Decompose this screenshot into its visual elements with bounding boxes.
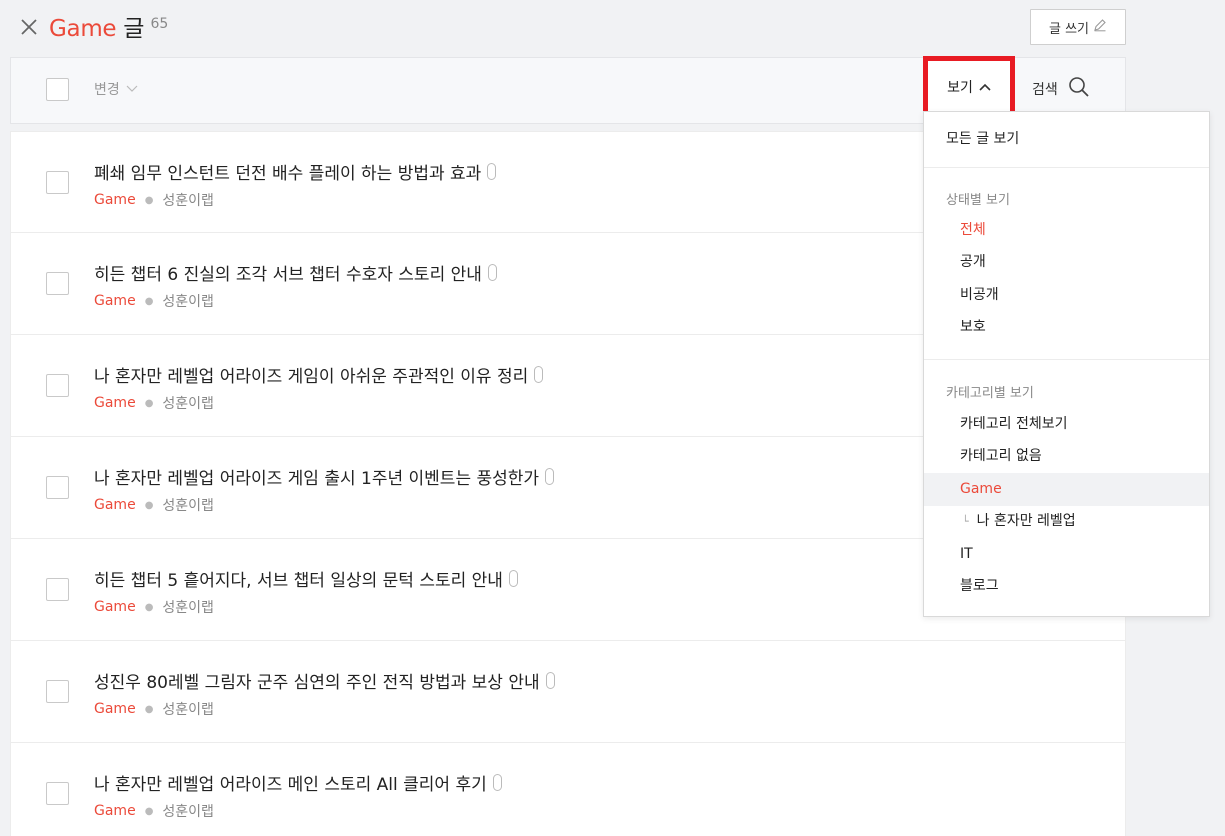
post-title: 히든 챕터 6 진실의 조각 서브 챕터 수호자 스토리 안내: [94, 265, 482, 285]
post-checkbox[interactable]: [46, 272, 69, 295]
post-row: 성진우 80레벨 그림자 군주 심연의 주인 전직 방법과 보상 안내 Game…: [10, 641, 1126, 743]
post-title: 나 혼자만 레벨업 어라이즈 메인 스토리 All 클리어 후기: [94, 775, 487, 795]
view-all-posts[interactable]: 모든 글 보기: [946, 128, 1019, 148]
write-post-button[interactable]: 글 쓰기: [1030, 9, 1126, 45]
meta-separator: ●: [144, 703, 154, 715]
post-title-link[interactable]: 히든 챕터 5 흩어지다, 서브 챕터 일상의 문턱 스토리 안내: [94, 566, 518, 591]
pencil-icon: [1093, 18, 1107, 36]
post-title-link[interactable]: 폐쇄 임무 인스턴트 던전 배수 플레이 하는 방법과 효과: [94, 159, 497, 184]
post-manager-page: Game 글 65 글 쓰기 변경 보기 검색 폐쇄 임무 인스턴트 던전 배수…: [0, 0, 1225, 836]
meta-separator: ●: [144, 601, 154, 613]
attachment-icon: [545, 672, 555, 689]
post-author: 성훈이랩: [162, 396, 214, 412]
post-author: 성훈이랩: [162, 702, 214, 718]
post-category[interactable]: Game: [94, 293, 136, 309]
post-author: 성훈이랩: [162, 498, 214, 514]
meta-separator: ●: [144, 805, 154, 817]
post-category[interactable]: Game: [94, 192, 136, 208]
attachment-icon: [534, 366, 544, 383]
category-item-subcategory[interactable]: └ 나 혼자만 레벨업: [924, 505, 1209, 538]
post-meta: Game ● 성훈이랩: [94, 393, 214, 413]
status-item-private[interactable]: 비공개: [924, 279, 1209, 312]
post-category[interactable]: Game: [94, 497, 136, 513]
view-dropdown-button[interactable]: 보기: [923, 56, 1015, 118]
page-header: Game 글 65 글 쓰기: [0, 0, 1140, 54]
select-all-checkbox[interactable]: [46, 78, 69, 101]
attachment-icon: [508, 570, 518, 587]
post-title-link[interactable]: 히든 챕터 6 진실의 조각 서브 챕터 수호자 스토리 안내: [94, 260, 497, 285]
title-category: Game: [49, 16, 117, 42]
category-heading: 카테고리별 보기: [946, 386, 1034, 401]
post-title: 나 혼자만 레벨업 어라이즈 게임이 아쉬운 주관적인 이유 정리: [94, 367, 529, 387]
post-checkbox[interactable]: [46, 680, 69, 703]
post-category[interactable]: Game: [94, 395, 136, 411]
post-author: 성훈이랩: [162, 294, 214, 310]
attachment-icon: [487, 163, 497, 180]
change-label: 변경: [94, 82, 120, 98]
post-title-link[interactable]: 나 혼자만 레벨업 어라이즈 게임 출시 1주년 이벤트는 풍성한가: [94, 464, 555, 489]
write-post-label: 글 쓰기: [1048, 21, 1089, 37]
post-title-link[interactable]: 성진우 80레벨 그림자 군주 심연의 주인 전직 방법과 보상 안내: [94, 668, 555, 693]
subcategory-branch-icon: └: [962, 515, 969, 528]
post-count: 65: [150, 16, 169, 32]
subcategory-label: 나 혼자만 레벨업: [976, 513, 1076, 529]
meta-separator: ●: [144, 194, 154, 206]
post-checkbox[interactable]: [46, 476, 69, 499]
chevron-down-icon: [126, 81, 138, 97]
page-title: Game 글 65: [49, 9, 168, 43]
title-suffix: 글: [123, 16, 145, 42]
status-item-public[interactable]: 공개: [924, 246, 1209, 279]
status-heading: 상태별 보기: [946, 193, 1010, 208]
attachment-icon: [492, 774, 502, 791]
attachment-icon: [545, 468, 555, 485]
category-item-none[interactable]: 카테고리 없음: [924, 440, 1209, 473]
post-category[interactable]: Game: [94, 701, 136, 717]
post-meta: Game ● 성훈이랩: [94, 801, 214, 821]
post-author: 성훈이랩: [162, 193, 214, 209]
post-title-link[interactable]: 나 혼자만 레벨업 어라이즈 메인 스토리 All 클리어 후기: [94, 770, 502, 795]
view-dropdown-menu: 모든 글 보기 상태별 보기 전체 공개 비공개 보호 카테고리별 보기 카테고…: [923, 111, 1210, 617]
category-item-blog[interactable]: 블로그: [924, 570, 1209, 603]
change-dropdown[interactable]: 변경: [94, 79, 138, 99]
category-item-it[interactable]: IT: [924, 538, 1209, 571]
post-category[interactable]: Game: [94, 803, 136, 819]
category-item-game[interactable]: Game: [924, 473, 1209, 506]
post-category[interactable]: Game: [94, 599, 136, 615]
search-button[interactable]: 검색: [1032, 76, 1090, 102]
status-item-all[interactable]: 전체: [924, 214, 1209, 247]
post-title: 폐쇄 임무 인스턴트 던전 배수 플레이 하는 방법과 효과: [94, 164, 482, 184]
dropdown-divider: [924, 167, 1209, 168]
dropdown-divider: [924, 359, 1209, 360]
post-title: 성진우 80레벨 그림자 군주 심연의 주인 전직 방법과 보상 안내: [94, 673, 540, 693]
post-meta: Game ● 성훈이랩: [94, 190, 214, 210]
meta-separator: ●: [144, 499, 154, 511]
meta-separator: ●: [144, 397, 154, 409]
view-label: 보기: [947, 80, 973, 96]
post-author: 성훈이랩: [162, 600, 214, 616]
post-meta: Game ● 성훈이랩: [94, 495, 214, 515]
search-icon: [1068, 76, 1090, 102]
close-icon[interactable]: [18, 16, 40, 38]
chevron-up-icon: [979, 79, 991, 95]
post-checkbox[interactable]: [46, 171, 69, 194]
post-title: 나 혼자만 레벨업 어라이즈 게임 출시 1주년 이벤트는 풍성한가: [94, 469, 540, 489]
post-checkbox[interactable]: [46, 782, 69, 805]
post-checkbox[interactable]: [46, 374, 69, 397]
category-item-all[interactable]: 카테고리 전체보기: [924, 408, 1209, 441]
post-meta: Game ● 성훈이랩: [94, 291, 214, 311]
post-title-link[interactable]: 나 혼자만 레벨업 어라이즈 게임이 아쉬운 주관적인 이유 정리: [94, 362, 544, 387]
status-item-protected[interactable]: 보호: [924, 311, 1209, 344]
post-title: 히든 챕터 5 흩어지다, 서브 챕터 일상의 문턱 스토리 안내: [94, 571, 503, 591]
post-row: 나 혼자만 레벨업 어라이즈 메인 스토리 All 클리어 후기 Game ● …: [10, 743, 1126, 836]
meta-separator: ●: [144, 295, 154, 307]
post-meta: Game ● 성훈이랩: [94, 597, 214, 617]
attachment-icon: [487, 264, 497, 281]
post-checkbox[interactable]: [46, 578, 69, 601]
post-meta: Game ● 성훈이랩: [94, 699, 214, 719]
search-label: 검색: [1032, 82, 1058, 98]
post-author: 성훈이랩: [162, 804, 214, 820]
